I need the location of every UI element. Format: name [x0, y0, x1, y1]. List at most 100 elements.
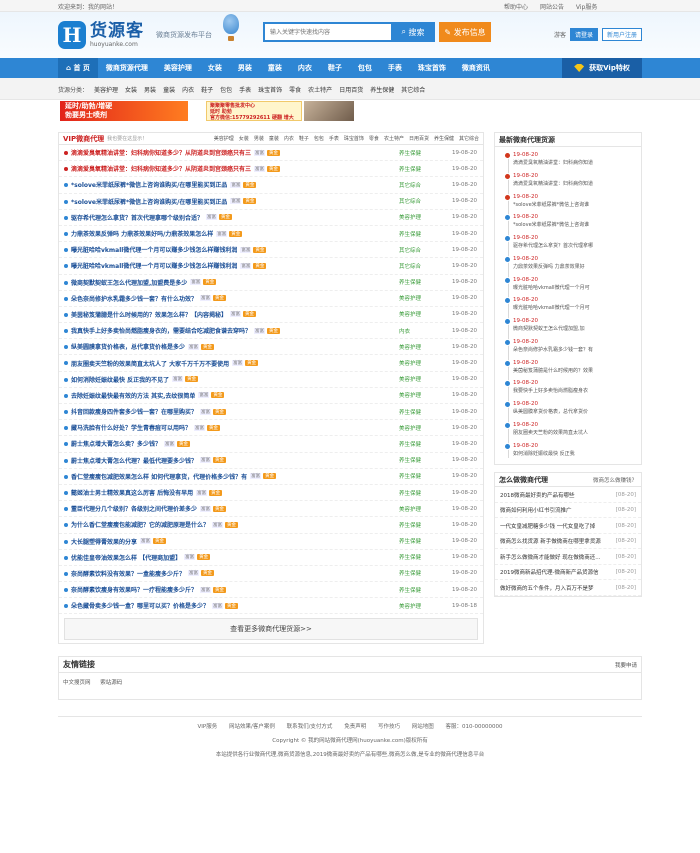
top-link-vip[interactable]: Vip服务 — [576, 4, 597, 11]
list-item[interactable]: 朵色藏骨卖多少钱一盒？哪里可以买？价格是多少？ 富富 黄金 美容护理 19-08-18 — [59, 598, 483, 615]
list-tab[interactable]: 鞋子 — [299, 135, 309, 142]
howto-text[interactable]: 做好微商的五个条件，月入百万不是梦 — [500, 584, 594, 592]
howto-item[interactable]: 新手怎么做微商才能做好 现在做微商还... [08-20] — [495, 549, 641, 565]
item-title[interactable]: 驱存希代理怎么拿货？首次代理拿哪个级别合适？ — [71, 213, 203, 222]
category-item[interactable]: 零食 — [289, 85, 301, 94]
item-title[interactable]: 滴滴爱臭氧精油讲堂：妇科病你知道多少？从阴道炎到宫颈癌只有三 — [71, 164, 251, 173]
category-item[interactable]: 鞋子 — [201, 85, 213, 94]
howto-item[interactable]: 一代女皇减肥糖多少钱 一代女皇吃了掉 [08-20] — [495, 518, 641, 534]
footer-link[interactable]: 网站效果/客户案例 — [229, 724, 275, 730]
timeline-text[interactable]: 滴滴爱臭氧精油讲堂：妇科病你知道 — [513, 180, 635, 188]
category-item[interactable]: 养生保健 — [370, 85, 394, 94]
list-item[interactable]: 力鼎茶效果反弹吗 力鼎茶效果好吗/力鼎茶效果怎么样 富富 黄金 养生保健 19-08-2… — [59, 226, 483, 243]
nav-women[interactable]: 女装 — [200, 58, 230, 78]
ad-photo[interactable] — [304, 101, 354, 121]
publish-button[interactable]: ✎ 发布信息 — [439, 22, 491, 42]
top-link-notice[interactable]: 网站公告 — [540, 4, 564, 11]
item-title[interactable]: 蔚士焦点增大膏怎么代理？最低代理要多少钱？ — [71, 456, 197, 465]
footer-link[interactable]: VIP服务 — [198, 724, 218, 730]
login-button[interactable]: 请登录 — [569, 28, 598, 41]
list-tab[interactable]: 其它综合 — [459, 135, 479, 142]
item-title[interactable]: 蔚士焦点增大膏怎么卖？多少钱？ — [71, 439, 161, 448]
item-category[interactable]: 其它综合 — [399, 181, 447, 189]
timeline-text[interactable]: *solove米菲纸尿裤*微信上咨询谁 — [513, 201, 635, 209]
timeline-item[interactable]: 19-08-20 滴滴爱臭氧精油讲堂：妇科病你知道 — [504, 151, 635, 172]
item-title[interactable]: *solove米菲纸尿裤*微信上咨询谁购买/在哪里能买到正品 — [71, 180, 227, 189]
item-title[interactable]: 抖音回款瘦身四件套多少钱一套？在哪里购买？ — [71, 407, 197, 416]
timeline-text[interactable]: *solove米菲纸尿裤*微信上咨询谁 — [513, 221, 635, 229]
list-item[interactable]: 朵色奈尚修护水乳霜多少钱一套？有什么功效？ 富富 黄金 美容护理 19-08-20 — [59, 291, 483, 307]
category-item[interactable]: 包包 — [220, 85, 232, 94]
nav-news[interactable]: 微商资讯 — [454, 58, 498, 78]
list-item[interactable]: 滴滴爱臭氧精油讲堂：妇科病你知道多少？从阴道炎到宫颈癌只有三 富富 黄金 养生保健 19… — [59, 161, 483, 178]
item-title[interactable]: 朵色藏骨卖多少钱一盒？哪里可以买？价格是多少？ — [71, 601, 209, 610]
item-category[interactable]: 养生保健 — [399, 586, 447, 594]
howto-item[interactable]: 2018微商最好卖的产品有哪些 [08-20] — [495, 487, 641, 503]
item-title[interactable]: 曝光脏哈哈vkmall微代理一个月可以赚多少钱怎么样赚钱利润 — [71, 261, 237, 270]
list-tab[interactable]: 包包 — [314, 135, 324, 142]
item-title[interactable]: 滴滴爱臭氧精油讲堂：妇科病你知道多少？从阴道炎到宫颈癌只有三 — [71, 148, 251, 157]
site-logo[interactable]: H 货源客 huoyuanke.com — [58, 21, 144, 49]
nav-underwear[interactable]: 内衣 — [290, 58, 320, 78]
category-item[interactable]: 女装 — [125, 85, 137, 94]
footer-link[interactable]: 写作技巧 — [378, 724, 400, 730]
nav-home[interactable]: ⌂ 首 页 — [58, 58, 98, 78]
list-item[interactable]: 奈尚酵素饮料没有效果？一盒能瘦多少斤？ 富富 黄金 养生保健 19-08-20 — [59, 566, 483, 583]
list-item[interactable]: 滴滴爱臭氧精油讲堂：妇科病你知道多少？从阴道炎到宫颈癌只有三 富富 黄金 养生保健 19… — [59, 145, 483, 162]
item-category[interactable]: 美容护理 — [399, 294, 447, 302]
list-tab[interactable]: 内衣 — [284, 135, 294, 142]
timeline-item[interactable]: 19-08-20 朋友圈卖天竺粉的效果简直太坑人 — [504, 421, 635, 442]
item-title[interactable]: 优能佳皇帝油效果怎么样 【代理商加盟】 — [71, 553, 181, 562]
timeline-text[interactable]: 美茵秘笈蒲臆是什么时候用的？效果 — [513, 367, 635, 375]
item-title[interactable]: 微商契默契蚁王怎么代理加盟,加盟费是多少 — [71, 278, 187, 287]
item-title[interactable]: 我真快手上好多卖怡尚燃脂瘦身衣的，需要结合吃减肥食谱去穿吗？ — [71, 326, 251, 335]
item-category[interactable]: 其它综合 — [399, 262, 447, 270]
list-item[interactable]: 为什么香仁堂瘦瘦包能减肥？它的减肥原理是什么？ 富富 黄金 养生保健 19-08-20 — [59, 517, 483, 534]
list-item[interactable]: 纵美圆膜拿货价格表，总代拿货价格是多少 富富 黄金 美容护理 19-08-20 — [59, 339, 483, 356]
nav-jewelry[interactable]: 珠宝首饰 — [410, 58, 454, 78]
category-item[interactable]: 珠宝首饰 — [258, 85, 282, 94]
item-category[interactable]: 美容护理 — [399, 505, 447, 513]
list-subtitle-link[interactable]: 我也要在这显示！ — [107, 135, 147, 142]
category-item[interactable]: 男装 — [144, 85, 156, 94]
item-title[interactable]: 大长腿塑得膏效果的分享 — [71, 537, 137, 546]
list-item[interactable]: 优能佳皇帝油效果怎么样 【代理商加盟】 富富 黄金 养生保健 19-08-20 — [59, 550, 483, 566]
item-category[interactable]: 美容护理 — [399, 310, 447, 318]
item-category[interactable]: 美容护理 — [399, 602, 447, 610]
nav-bags[interactable]: 包包 — [350, 58, 380, 78]
friend-link[interactable]: 索站源码 — [100, 680, 122, 686]
item-category[interactable]: 养生保健 — [399, 149, 447, 157]
timeline-item[interactable]: 19-08-20 *solove米菲纸尿裤*微信上咨询谁 — [504, 213, 635, 234]
howto-item[interactable]: 微商怎么找货源 新手做微商在哪里拿货源 [08-20] — [495, 534, 641, 550]
footer-link[interactable]: 联系我们/支付方式 — [287, 724, 333, 730]
timeline-item[interactable]: 19-08-20 *solove米菲纸尿裤*微信上咨询谁 — [504, 193, 635, 214]
list-item[interactable]: 驱存希代理怎么拿货？首次代理拿哪个级别合适？ 富富 黄金 美容护理 19-08-20 — [59, 210, 483, 226]
howto-item[interactable]: 微商如何利用小红书引流推广 [08-20] — [495, 503, 641, 519]
list-tab[interactable]: 养生保健 — [434, 135, 454, 142]
register-button[interactable]: 新用户注册 — [601, 28, 642, 41]
item-category[interactable]: 养生保健 — [399, 569, 447, 577]
timeline-text[interactable]: 曝光脏哈哈vkmall微代理一个月可 — [513, 284, 635, 292]
timeline-text[interactable]: 滴滴爱臭氧精油讲堂：妇科病你知道 — [513, 159, 635, 167]
nav-beauty[interactable]: 美容护理 — [156, 58, 200, 78]
item-category[interactable]: 养生保健 — [399, 521, 447, 529]
footer-link[interactable]: 免责声明 — [344, 724, 366, 730]
apply-link[interactable]: 我要申请 — [615, 661, 637, 669]
item-title[interactable]: 藏马洗脸有什么好处？学生青春痘可以用吗？ — [71, 423, 191, 432]
category-item[interactable]: 美容护理 — [94, 85, 118, 94]
timeline-item[interactable]: 19-08-20 滴滴爱臭氧精油讲堂：妇科病你知道 — [504, 172, 635, 193]
list-item[interactable]: 如何消除妊娠纹最快 反正我的不见了 富富 黄金 美容护理 19-08-20 — [59, 372, 483, 388]
list-tab[interactable]: 珠宝首饰 — [344, 135, 364, 142]
item-category[interactable]: 养生保健 — [399, 440, 447, 448]
vip-button[interactable]: 获取Vip特权 — [562, 58, 642, 78]
nav-shoes[interactable]: 鞋子 — [320, 58, 350, 78]
nav-agents[interactable]: 微商货源代理 — [98, 58, 156, 78]
howto-more-link[interactable]: 微商怎么做赚钱？ — [593, 476, 637, 484]
list-item[interactable]: 我真快手上好多卖怡尚燃脂瘦身衣的，需要结合吃减肥食谱去穿吗？ 富富 黄金 内衣 19-0… — [59, 323, 483, 340]
list-item[interactable]: 奈尚酵素饮瘦身有效果吗？一疗程能瘦多少斤？ 富富 黄金 养生保健 19-08-20 — [59, 582, 483, 599]
ad-banner-middle[interactable]: 聚聚聚零售批发中心 延时 助勃 官方微信:15779292611 硬翻 增大 — [206, 101, 302, 121]
category-item[interactable]: 内衣 — [182, 85, 194, 94]
list-item[interactable]: *solove米菲纸尿裤*微信上咨询谁购买/在哪里能买到正品 富富 黄金 其它综合 19… — [59, 177, 483, 194]
list-item[interactable]: 去除妊娠纹最快最有效的方法 其实,去纹很简单 富富 黄金 美容护理 19-08-20 — [59, 388, 483, 404]
list-item[interactable]: 董臣代理分几个级别？各级别之间代理价差多少 富富 黄金 美容护理 19-08-20 — [59, 501, 483, 518]
